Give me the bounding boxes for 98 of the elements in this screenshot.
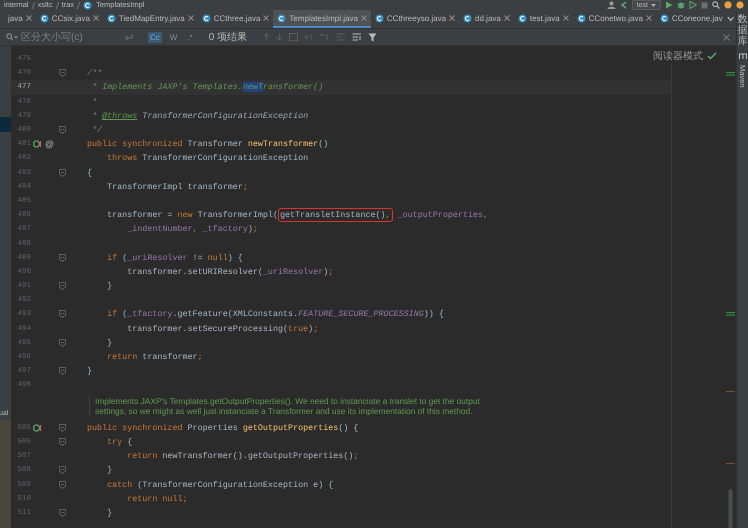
- code-line: return newTransformer().getOutputProperties();: [126, 450, 358, 462]
- code-line: }: [106, 464, 112, 476]
- select-all-icon[interactable]: [289, 33, 298, 41]
- return-arrow-icon[interactable]: [124, 34, 133, 40]
- bug-icon[interactable]: [677, 1, 685, 9]
- close-icon[interactable]: [263, 15, 270, 21]
- select-occurrences-icon[interactable]: [336, 33, 346, 41]
- search-field[interactable]: 区分大小写(c): [6, 30, 142, 44]
- search-option-toggle[interactable]: Cc: [148, 32, 162, 42]
- code-line: throws TransformerConfigurationException: [106, 152, 308, 164]
- editor-tab[interactable]: CConeone.jav: [656, 10, 727, 28]
- fold-icon[interactable]: [59, 424, 66, 432]
- code-line: public synchronized Transformer newTransformer(): [87, 138, 328, 150]
- code-line: if (_tfactory.getFeature(XMLConstants.FEATURE_SECURE_PROCESSING)) {: [106, 308, 444, 320]
- editor-tab[interactable]: CCthree.java: [198, 10, 274, 28]
- editor-tab[interactable]: TiedMapEntry.java: [102, 10, 198, 28]
- close-icon[interactable]: [449, 15, 456, 21]
- override-icon[interactable]: [33, 424, 42, 432]
- fold-icon[interactable]: [59, 310, 66, 318]
- arrow-up-icon[interactable]: [263, 33, 270, 41]
- search-option-toggle[interactable]: .*: [185, 32, 195, 42]
- caret-icon: [651, 4, 656, 6]
- class-icon: [374, 14, 384, 22]
- editor-tab[interactable]: CConetwo.java: [572, 10, 656, 28]
- code-line: *: [91, 96, 98, 108]
- code-line: return transformer;: [106, 351, 203, 364]
- chevron-down-icon[interactable]: [726, 16, 734, 22]
- fold-icon[interactable]: [59, 367, 66, 376]
- code-line: /**: [87, 67, 102, 80]
- code-line: }: [106, 506, 112, 519]
- close-icon[interactable]: [562, 15, 569, 21]
- options-list-icon[interactable]: [352, 33, 362, 41]
- code-line: }: [106, 336, 112, 349]
- code-line: transformer = new TransformerImpl( getTransletInstance(), _outputProperties,: [106, 209, 488, 222]
- code-line: transformer.setURIResolver(_uriResolver);: [126, 266, 334, 278]
- close-icon[interactable]: [26, 15, 32, 21]
- fold-icon[interactable]: [59, 508, 66, 517]
- maven-icon[interactable]: [738, 53, 746, 59]
- code-line: TransformerImpl transformer;: [106, 180, 248, 193]
- override-icon[interactable]: [33, 140, 42, 148]
- fold-icon[interactable]: [59, 480, 66, 489]
- fold-icon[interactable]: [59, 254, 66, 262]
- code-line: * Implements JAXP's Templates.newTransformer(): [91, 81, 324, 94]
- fold-icon[interactable]: [59, 69, 66, 78]
- rendered-doc-comment: Implements JAXP's Templates.getOutputProperties(). We need to instanciate a translet to get the output settings, so we might as well just instanciate a Transformer and use its implementation of this method.: [89, 396, 487, 417]
- class-icon: [463, 14, 472, 22]
- class-icon: [518, 14, 527, 22]
- code-line: }: [87, 365, 92, 378]
- fold-icon[interactable]: [59, 338, 66, 347]
- code-line: _indentNumber, _tfactory);: [126, 223, 258, 236]
- close-icon[interactable]: [504, 15, 510, 21]
- coverage-icon[interactable]: [689, 1, 697, 9]
- class-icon: [106, 14, 116, 22]
- editor-tab[interactable]: test.java: [514, 10, 573, 28]
- person-icon[interactable]: [606, 1, 616, 9]
- code-line: if (_uriResolver != null) {: [106, 252, 243, 264]
- match-count: 0 项结果: [208, 30, 248, 44]
- search-icon[interactable]: [6, 33, 18, 41]
- code-line: {: [87, 166, 92, 179]
- editor-tab[interactable]: TemplatesImpl.java: [273, 10, 371, 28]
- close-icon[interactable]: [646, 15, 652, 21]
- code-line: return null;: [126, 492, 188, 505]
- class-icon: [277, 14, 286, 22]
- code-line: */: [91, 124, 102, 136]
- code-line: transformer.setSecureProcessing(true);: [126, 322, 318, 335]
- editor-tab[interactable]: java: [4, 10, 36, 28]
- remove-occurrence-icon[interactable]: [320, 33, 330, 41]
- arrow-down-icon[interactable]: [276, 33, 284, 41]
- close-icon[interactable]: [360, 15, 367, 21]
- annotation-marker[interactable]: @: [45, 139, 54, 150]
- editor-tab[interactable]: CCthreeyso.java: [370, 10, 460, 28]
- search-option-toggle[interactable]: W: [168, 32, 180, 42]
- sidebar-tab[interactable]: 数据库: [738, 14, 748, 47]
- fold-icon[interactable]: [59, 168, 66, 177]
- close-icon[interactable]: [188, 15, 194, 21]
- check-icon: [707, 52, 717, 60]
- filter-icon[interactable]: [368, 32, 378, 42]
- stop-icon[interactable]: [701, 2, 708, 8]
- fold-icon[interactable]: [59, 126, 66, 134]
- class-icon: [40, 14, 49, 22]
- editor-tab[interactable]: CCsix.java: [36, 10, 103, 28]
- fold-icon[interactable]: [59, 438, 66, 446]
- fold-icon[interactable]: [59, 282, 66, 290]
- close-icon[interactable]: [92, 15, 99, 21]
- class-icon: [660, 14, 669, 22]
- close-icon[interactable]: [723, 34, 730, 40]
- code-line: public synchronized Properties getOutputProperties() {: [87, 422, 358, 434]
- add-occurrence-icon[interactable]: [304, 33, 314, 41]
- class-icon: [202, 14, 211, 22]
- code-line: catch (TransformerConfigurationException e) {: [106, 478, 334, 491]
- editor-tab[interactable]: dd.java: [459, 10, 514, 28]
- fold-icon[interactable]: [59, 466, 66, 474]
- search-icon[interactable]: [712, 1, 720, 9]
- code-line: * @throws TransformerConfigurationException: [91, 110, 308, 122]
- code-line: }: [106, 280, 112, 292]
- code-line: try {: [106, 436, 132, 448]
- class-icon: [576, 14, 586, 22]
- class-icon: [83, 0, 92, 10]
